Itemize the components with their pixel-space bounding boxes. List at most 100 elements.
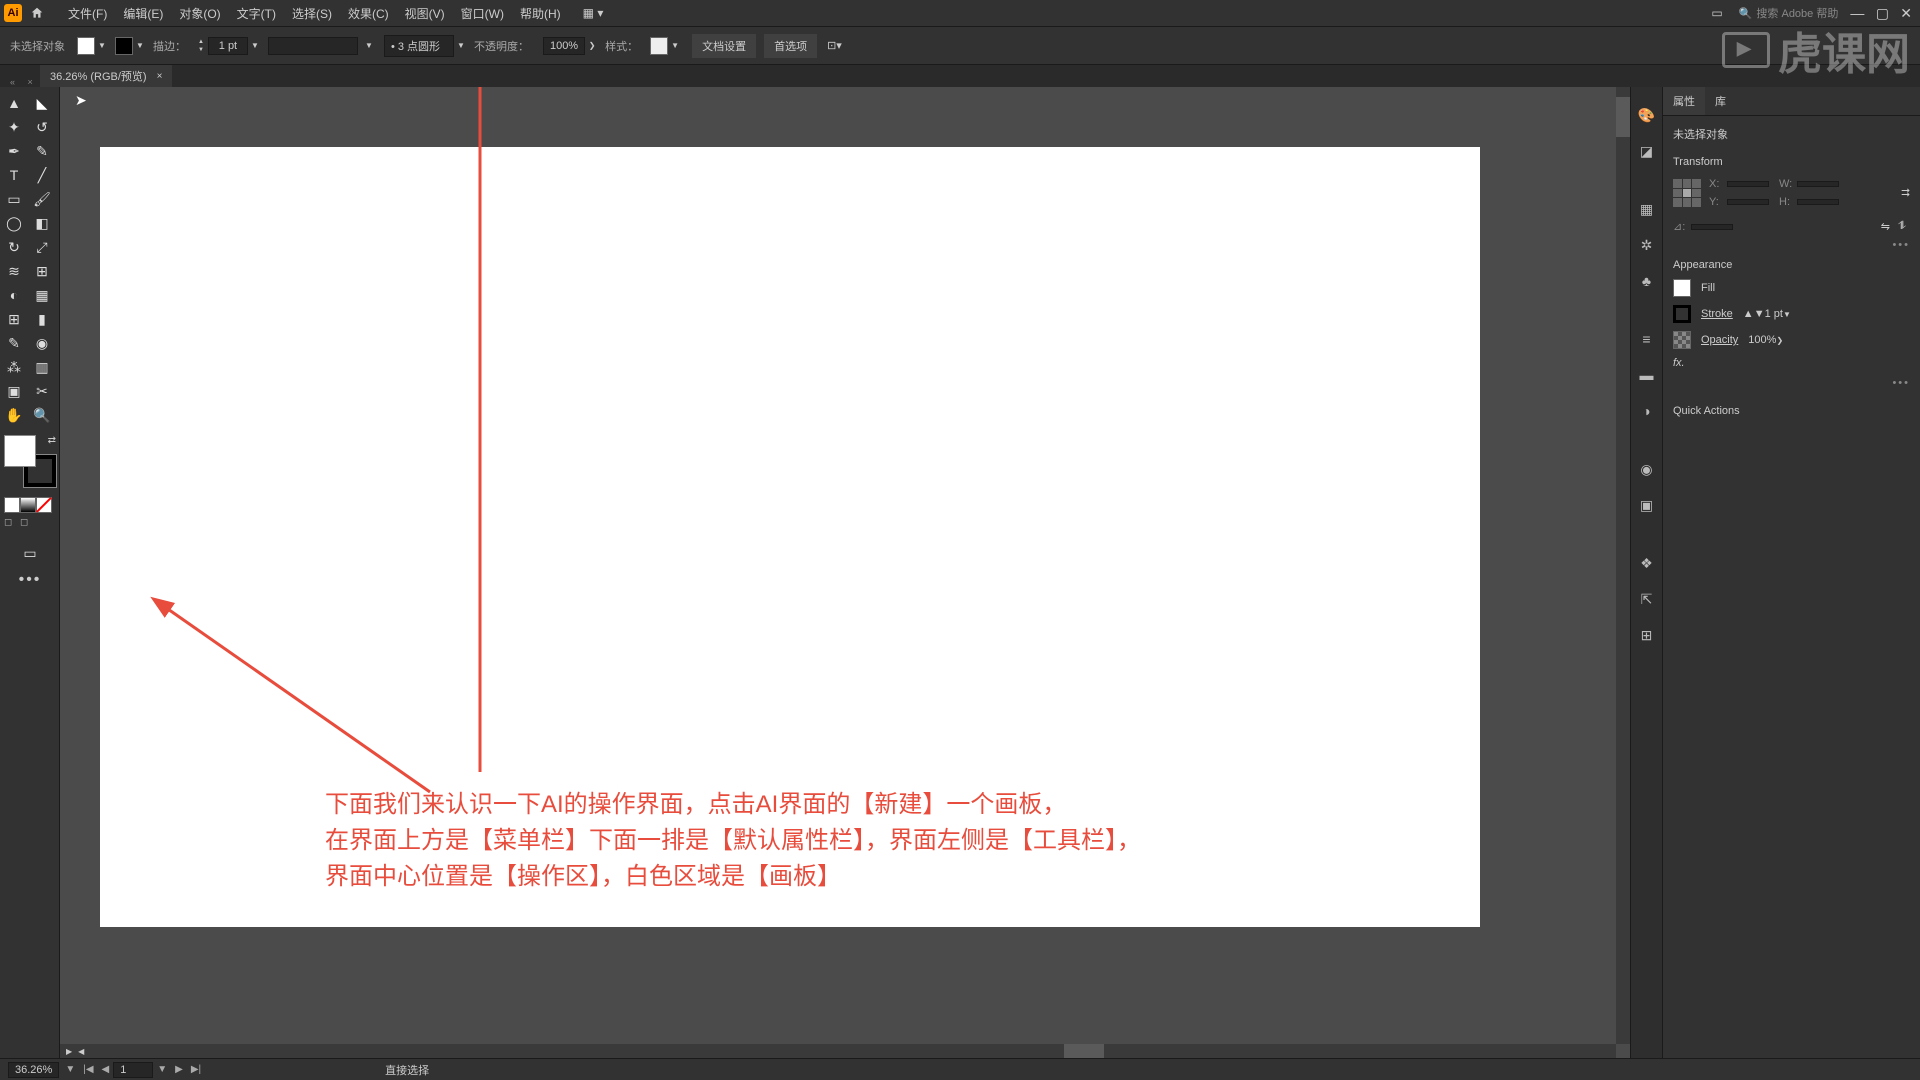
stroke-weight-field[interactable]: 1 pt <box>208 37 248 55</box>
stroke-panel-icon[interactable]: ≡ <box>1635 327 1659 351</box>
magic-wand-tool[interactable]: ✦ <box>0 115 28 139</box>
document-tab[interactable]: 36.26% (RGB/预览) × <box>40 65 172 87</box>
libraries-tab[interactable]: 库 <box>1705 87 1736 115</box>
fill-color[interactable] <box>4 435 36 467</box>
align-icon[interactable]: ⊡▾ <box>827 39 842 52</box>
help-search[interactable]: 🔍 搜索 Adobe 帮助 <box>1739 5 1839 21</box>
appearance-stroke-field[interactable]: 1 pt <box>1765 308 1783 320</box>
artboards-panel-icon[interactable]: ⊞ <box>1635 623 1659 647</box>
menu-select[interactable]: 选择(S) <box>284 5 340 22</box>
frame-icon[interactable]: ▭ <box>1711 6 1722 20</box>
gradient-panel-icon[interactable]: ▬ <box>1635 363 1659 387</box>
color-mode-none[interactable] <box>36 497 52 513</box>
slice-tool[interactable]: ✂ <box>28 379 56 403</box>
color-mode-solid[interactable] <box>4 497 20 513</box>
direct-selection-tool[interactable]: ◣ <box>28 91 56 115</box>
menu-object[interactable]: 对象(O) <box>171 5 228 22</box>
symbol-sprayer-tool[interactable]: ⁂ <box>0 355 28 379</box>
color-panel-icon[interactable]: 🎨 <box>1635 103 1659 127</box>
link-wh-icon[interactable]: ⮆ <box>1901 187 1910 200</box>
swatches-panel-icon[interactable]: ▦ <box>1635 197 1659 221</box>
appearance-stroke-spinner[interactable]: ▲▼ <box>1743 308 1765 320</box>
appearance-more[interactable]: ••• <box>1673 377 1910 389</box>
gradient-tool[interactable]: ▮ <box>28 307 56 331</box>
canvas-area[interactable]: ➤ 下面我们来认识一下AI的操作界面，点击AI界面的【新建】一个画板， 在界面上… <box>60 87 1630 1058</box>
stroke-weight-spinner[interactable]: ▲▼ <box>198 38 204 54</box>
vertical-scrollbar[interactable] <box>1616 87 1630 1044</box>
draw-behind[interactable]: ◻ <box>20 517 36 533</box>
first-artboard[interactable]: |◀ <box>79 1064 97 1075</box>
artboard[interactable]: 下面我们来认识一下AI的操作界面，点击AI界面的【新建】一个画板， 在界面上方是… <box>100 147 1480 927</box>
graphic-styles-icon[interactable]: ▣ <box>1635 493 1659 517</box>
layers-panel-icon[interactable]: ❖ <box>1635 551 1659 575</box>
zoom-tool[interactable]: 🔍 <box>28 403 56 427</box>
edit-toolbar[interactable]: ••• <box>0 565 60 595</box>
menu-type[interactable]: 文字(T) <box>229 5 284 22</box>
x-field[interactable] <box>1727 181 1769 187</box>
preferences-button[interactable]: 首选项 <box>764 34 817 58</box>
y-field[interactable] <box>1727 199 1769 205</box>
hand-tool[interactable]: ✋ <box>0 403 28 427</box>
screen-mode-button[interactable]: ▭ <box>0 541 60 565</box>
close-icon[interactable]: ✕ <box>1900 5 1912 21</box>
flip-v-icon[interactable]: ⥮ <box>1898 220 1906 233</box>
arrange-docs-icon[interactable]: ▦ ▾ <box>583 6 604 20</box>
next-artboard[interactable]: ▶ <box>171 1064 187 1075</box>
column-graph-tool[interactable]: ▥ <box>28 355 56 379</box>
document-setup-button[interactable]: 文档设置 <box>692 34 756 58</box>
rectangle-tool[interactable]: ▭ <box>0 187 28 211</box>
line-tool[interactable]: ╱ <box>28 163 56 187</box>
style-swatch[interactable] <box>650 37 668 55</box>
shaper-tool[interactable]: ◯ <box>0 211 28 235</box>
w-field[interactable] <box>1797 181 1839 187</box>
shape-builder-tool[interactable]: ◐ <box>0 283 28 307</box>
vscroll-thumb[interactable] <box>1616 97 1630 137</box>
fx-label[interactable]: fx. <box>1673 357 1910 369</box>
stroke-weight-dd[interactable]: ▼ <box>250 37 260 55</box>
type-tool[interactable]: T <box>0 163 28 187</box>
draw-normal[interactable]: ◻ <box>4 517 20 533</box>
opacity-dd[interactable]: ❯ <box>587 37 597 55</box>
horizontal-scrollbar[interactable]: ▶ ◀ <box>60 1044 1616 1058</box>
appearance-panel-icon[interactable]: ◉ <box>1635 457 1659 481</box>
menu-edit[interactable]: 编辑(E) <box>115 5 171 22</box>
free-transform-tool[interactable]: ⊞ <box>28 259 56 283</box>
width-tool[interactable]: ≋ <box>0 259 28 283</box>
artboard-dd[interactable]: ▼ <box>153 1064 171 1075</box>
zoom-dd[interactable]: ▼ <box>61 1064 79 1075</box>
stroke-dropdown[interactable]: ▼ <box>135 37 145 55</box>
appearance-stroke-swatch[interactable] <box>1673 305 1691 323</box>
lasso-tool[interactable]: ↺ <box>28 115 56 139</box>
stroke-profile-dd[interactable]: ▼ <box>364 37 374 55</box>
menu-effect[interactable]: 效果(C) <box>340 5 397 22</box>
appearance-opacity-field[interactable]: 100% <box>1748 334 1776 346</box>
artboard-tool[interactable]: ▣ <box>0 379 28 403</box>
hscroll-thumb[interactable] <box>1064 1044 1104 1058</box>
zoom-field[interactable]: 36.26% <box>8 1062 59 1078</box>
tab-close-icon[interactable]: × <box>157 71 163 82</box>
swap-fill-stroke-icon[interactable]: ⇄ <box>48 435 56 446</box>
flip-h-icon[interactable]: ⇋ <box>1881 220 1890 233</box>
fill-swatch[interactable] <box>77 37 95 55</box>
eyedropper-tool[interactable]: ✎ <box>0 331 28 355</box>
asset-export-icon[interactable]: ⇱ <box>1635 587 1659 611</box>
color-mode-gradient[interactable] <box>20 497 36 513</box>
mesh-tool[interactable]: ⊞ <box>0 307 28 331</box>
stroke-swatch[interactable] <box>115 37 133 55</box>
perspective-tool[interactable]: ▦ <box>28 283 56 307</box>
appearance-opacity-swatch[interactable] <box>1673 331 1691 349</box>
artboard-number-field[interactable]: 1 <box>113 1062 153 1078</box>
angle-field[interactable] <box>1691 224 1733 230</box>
brushes-panel-icon[interactable]: ✲ <box>1635 233 1659 257</box>
selection-tool[interactable]: ▲ <box>0 91 28 115</box>
prev-artboard[interactable]: ◀ <box>98 1064 114 1075</box>
brush-dd[interactable]: ▼ <box>456 37 466 55</box>
last-artboard[interactable]: ▶| <box>187 1064 205 1075</box>
rotate-tool[interactable]: ↻ <box>0 235 28 259</box>
fill-dropdown[interactable]: ▼ <box>97 37 107 55</box>
appearance-fill-swatch[interactable] <box>1673 279 1691 297</box>
minimize-icon[interactable]: — <box>1850 5 1864 21</box>
color-guide-icon[interactable]: ◪ <box>1635 139 1659 163</box>
menu-help[interactable]: 帮助(H) <box>512 5 569 22</box>
menu-window[interactable]: 窗口(W) <box>453 5 512 22</box>
